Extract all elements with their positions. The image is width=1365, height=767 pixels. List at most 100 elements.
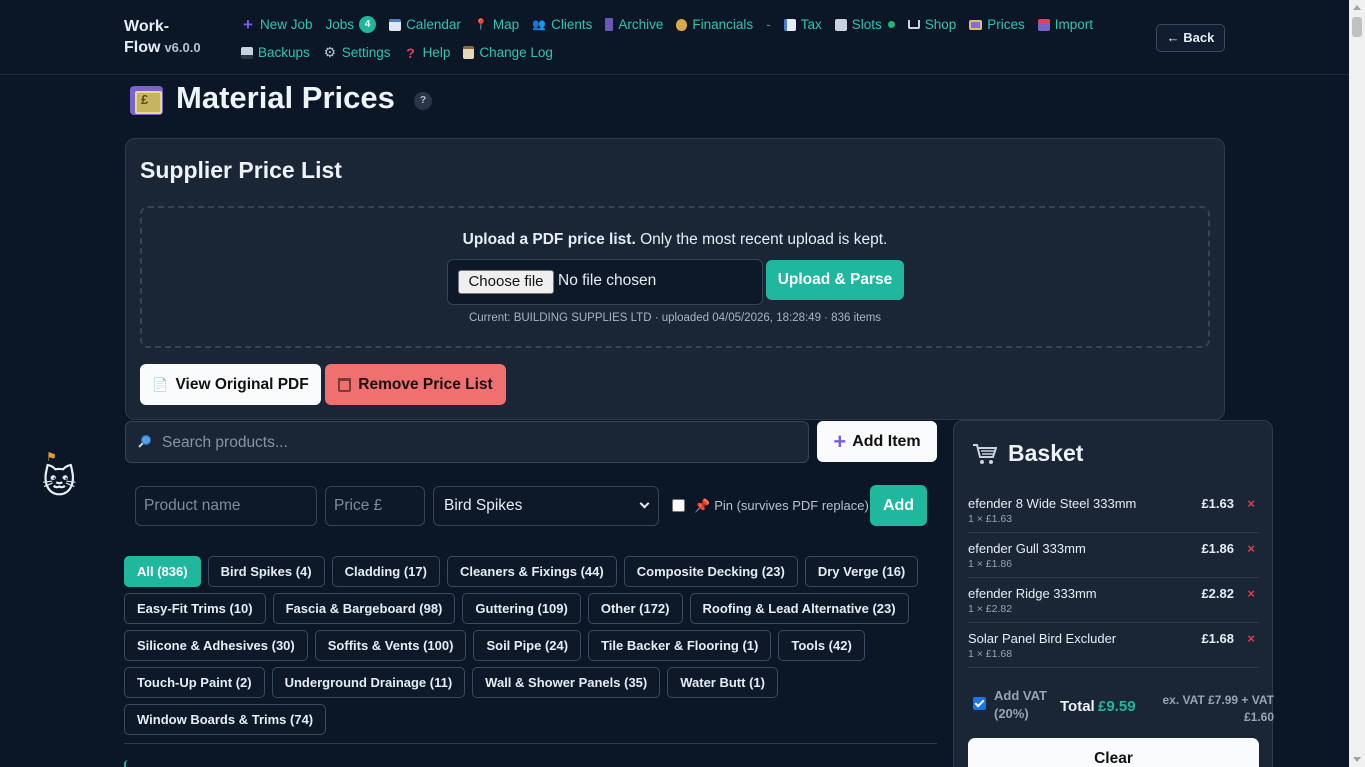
section-title: Supplier Price List: [140, 157, 342, 183]
view-original-pdf-button[interactable]: 📄 View Original PDF: [140, 364, 321, 405]
chip-other[interactable]: Other (172): [587, 593, 683, 624]
chip-easy-fit-trims[interactable]: Easy-Fit Trims (10): [124, 593, 266, 624]
chip-tile-backer-flooring[interactable]: Tile Backer & Flooring (1): [588, 630, 772, 661]
nav-label: New Job: [260, 17, 313, 32]
chip-row: All (836) Bird Spikes (4) Cladding (17) …: [124, 556, 937, 587]
remove-item-button[interactable]: ×: [1247, 541, 1255, 556]
plus-icon: +: [833, 428, 847, 454]
nav-label: Slots: [851, 17, 882, 32]
chip-roofing-lead-alternative[interactable]: Roofing & Lead Alternative (23): [689, 593, 909, 624]
product-search[interactable]: [125, 421, 809, 463]
upload-instructions: Upload a PDF price list. Only the most r…: [142, 231, 1208, 249]
price-field[interactable]: [325, 486, 425, 526]
remove-item-button[interactable]: ×: [1247, 631, 1255, 646]
scroll-up-arrow-icon[interactable]: [1353, 5, 1361, 10]
nav-change-log[interactable]: Change Log: [463, 45, 553, 60]
page-title: Material Prices: [176, 80, 395, 115]
nav-jobs[interactable]: Jobs 4: [326, 16, 377, 33]
nav-tax[interactable]: Tax: [783, 17, 822, 32]
nav-new-job[interactable]: + New Job: [241, 14, 313, 34]
chip-soffits-vents[interactable]: Soffits & Vents (100): [314, 630, 467, 661]
nav-clients[interactable]: 👥 Clients: [532, 17, 592, 32]
item-price: £1.86: [1201, 541, 1234, 556]
pin-checkbox[interactable]: [672, 499, 685, 512]
upload-parse-button[interactable]: Upload & Parse: [766, 260, 904, 300]
remove-price-list-button[interactable]: Remove Price List: [325, 364, 506, 405]
selected-category: Bird Spikes: [444, 497, 523, 514]
nav-financials[interactable]: Financials: [676, 17, 753, 32]
chip-all[interactable]: All (836): [124, 556, 201, 587]
chip-row: Window Boards & Trims (74): [124, 704, 937, 735]
chip-wall-shower-panels[interactable]: Wall & Shower Panels (35): [472, 667, 661, 698]
chip-cladding[interactable]: Cladding (17): [331, 556, 440, 587]
nav-help[interactable]: ? Help: [404, 45, 450, 61]
nav-label: Prices: [987, 17, 1025, 32]
chip-tools[interactable]: Tools (42): [778, 630, 865, 661]
scroll-thumb[interactable]: [1352, 17, 1362, 37]
page-scrollbar[interactable]: [1349, 0, 1365, 767]
chevron-down-icon: [639, 498, 650, 509]
chip-cleaners-fixings[interactable]: Cleaners & Fixings (44): [446, 556, 617, 587]
category-select[interactable]: Bird Spikes: [433, 486, 659, 526]
add-item-button[interactable]: + Add Item: [817, 421, 937, 462]
nav-row-2: Backups ⚙ Settings ? Help Change Log: [241, 42, 1121, 63]
basket-items: efender 8 Wide Steel 333mm 1 × £1.63 £1.…: [968, 488, 1259, 668]
item-name: efender Ridge 333mm: [968, 586, 1097, 601]
remove-item-button[interactable]: ×: [1247, 586, 1255, 601]
clear-basket-button[interactable]: Clear: [968, 738, 1259, 767]
chip-fascia-bargeboard[interactable]: Fascia & Bargeboard (98): [272, 593, 456, 624]
people-icon: 👥: [532, 19, 546, 31]
chip-bird-spikes[interactable]: Bird Spikes (4): [207, 556, 325, 587]
scroll-down-arrow-icon[interactable]: [1353, 757, 1361, 762]
nav-import[interactable]: Import: [1037, 17, 1093, 32]
top-navbar: Work- Flow v6.0.0 + New Job Jobs 4 Calend…: [0, 0, 1349, 75]
document-icon: 📄: [152, 376, 169, 392]
chip-composite-decking[interactable]: Composite Decking (23): [623, 556, 798, 587]
search-input[interactable]: [162, 431, 782, 455]
nav-backups[interactable]: Backups: [241, 45, 310, 60]
banknote-icon: [130, 86, 163, 115]
cart-icon: [907, 20, 920, 29]
file-input[interactable]: Choose file No file chosen: [447, 259, 763, 305]
chip-underground-drainage[interactable]: Underground Drainage (11): [271, 667, 466, 698]
nav-slots[interactable]: Slots: [834, 17, 895, 32]
item-quantity: 1 × £1.86: [968, 558, 1013, 570]
nav-calendar[interactable]: Calendar: [389, 17, 461, 32]
total-label: Total: [1060, 698, 1095, 715]
back-button[interactable]: ← Back: [1156, 24, 1225, 52]
nav-archive[interactable]: Archive: [605, 17, 663, 32]
flag-icon: ⚑: [46, 450, 57, 464]
nav-settings[interactable]: ⚙ Settings: [323, 44, 391, 60]
chip-touch-up-paint[interactable]: Touch-Up Paint (2): [124, 667, 265, 698]
pdf-dropzone[interactable]: Upload a PDF price list. Only the most r…: [140, 206, 1210, 348]
nav-prices[interactable]: Prices: [969, 17, 1025, 32]
nav-label: Financials: [692, 17, 754, 32]
total-value: £9.59: [1098, 698, 1136, 715]
remove-item-button[interactable]: ×: [1247, 496, 1255, 511]
nav-shop[interactable]: Shop: [907, 17, 956, 32]
chip-guttering[interactable]: Guttering (109): [462, 593, 581, 624]
nav-label: Tax: [800, 17, 822, 32]
chip-water-butt[interactable]: Water Butt (1): [667, 667, 778, 698]
current-price-list-info: Current: BUILDING SUPPLIES LTD · uploade…: [468, 312, 882, 324]
choose-file-button[interactable]: Choose file: [458, 270, 554, 294]
nav-label: Clients: [551, 17, 593, 32]
plus-icon: +: [243, 14, 253, 34]
product-name-field[interactable]: [135, 486, 317, 526]
mascot[interactable]: ⚑ 🐱: [42, 450, 82, 505]
help-icon[interactable]: ?: [414, 92, 432, 110]
item-name: efender Gull 333mm: [968, 541, 1086, 556]
add-vat-checkbox[interactable]: [973, 697, 986, 710]
pin-icon: 📍: [474, 19, 488, 31]
brand-logo[interactable]: Work- Flow v6.0.0: [124, 16, 201, 58]
nav-label: Backups: [258, 45, 310, 60]
basket-item: efender Gull 333mm 1 × £1.86 £1.86 ×: [968, 533, 1259, 578]
chip-soil-pipe[interactable]: Soil Pipe (24): [473, 630, 582, 661]
chip-silicone-adhesives[interactable]: Silicone & Adhesives (30): [124, 630, 308, 661]
add-product-button[interactable]: Add: [870, 485, 927, 526]
banknote-icon: [969, 19, 983, 30]
chip-dry-verge[interactable]: Dry Verge (16): [804, 556, 919, 587]
nav-map[interactable]: 📍 Map: [474, 17, 519, 32]
clipboard-icon: [463, 46, 475, 59]
chip-window-boards-trims[interactable]: Window Boards & Trims (74): [124, 704, 327, 735]
